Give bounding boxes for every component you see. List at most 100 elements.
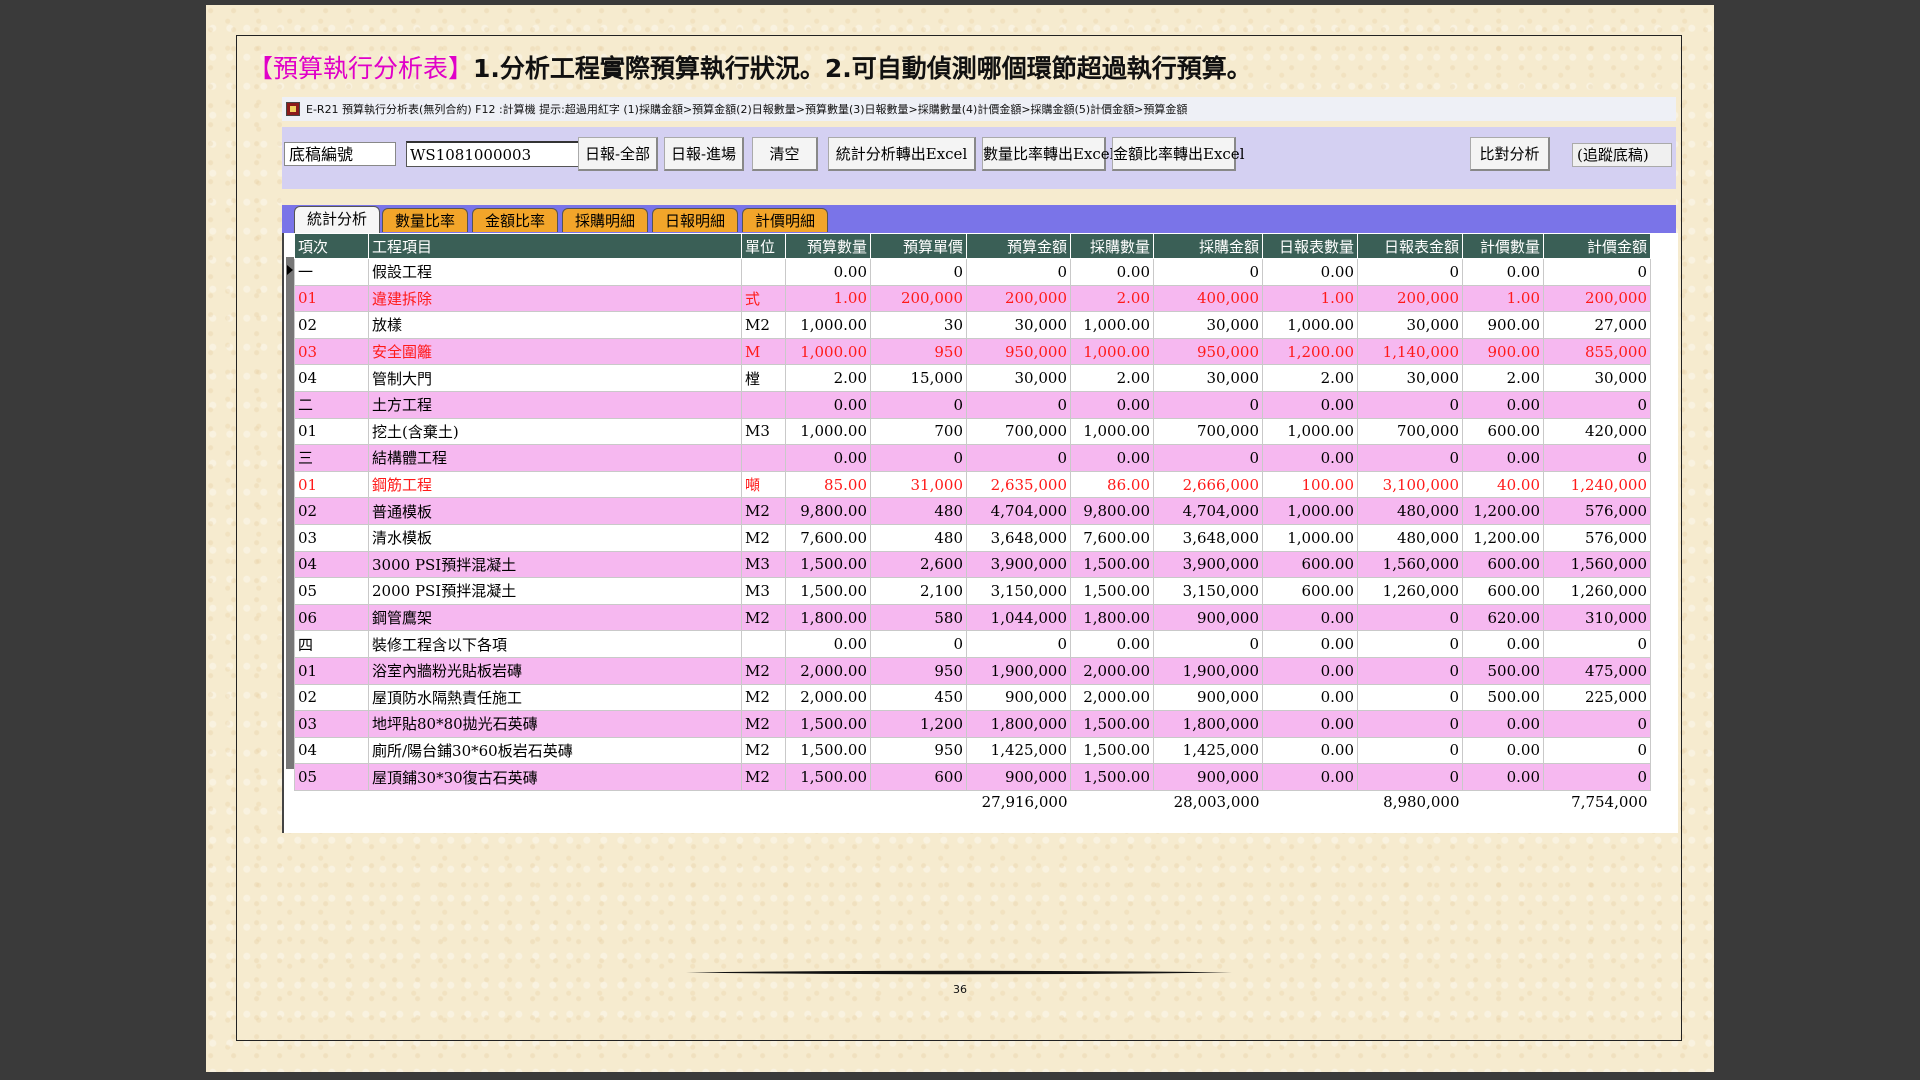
table-cell[interactable]: 0.00 [1262,630,1358,658]
table-cell[interactable]: 30,000 [1357,311,1463,339]
table-cell[interactable]: 1,000.00 [785,311,871,339]
table-cell[interactable]: 0 [870,630,967,658]
table-cell[interactable]: 06 [294,603,369,632]
stats-export-excel-button[interactable]: 統計分析轉出Excel [828,137,976,171]
table-cell[interactable]: 1,000.00 [1262,311,1358,339]
table-cell[interactable]: 0.00 [1262,736,1358,765]
table-cell[interactable]: 2.00 [785,364,871,392]
table-cell[interactable]: 0 [966,258,1071,286]
table-cell[interactable]: 600.00 [1462,577,1544,605]
table-cell[interactable]: 0 [1357,736,1463,765]
table-cell[interactable]: 1,500.00 [785,763,871,791]
table-cell[interactable]: 3,150,000 [966,577,1071,605]
column-header[interactable]: 預算金額 [966,233,1071,259]
table-cell[interactable]: 200,000 [1543,284,1651,313]
table-cell[interactable]: M2 [741,710,786,738]
table-cell[interactable]: 9,800.00 [1070,497,1154,525]
table-cell[interactable]: 480 [870,497,967,525]
tab-valuation-detail[interactable]: 計價明細 [742,208,829,232]
column-header[interactable]: 單位 [741,233,786,259]
table-cell[interactable]: 安全圍籬 [368,337,742,366]
row-selector-column[interactable] [286,257,294,769]
table-cell[interactable]: M2 [741,523,786,552]
table-cell[interactable]: 225,000 [1543,683,1651,712]
table-cell[interactable]: 85.00 [785,470,871,499]
table-cell[interactable]: 450 [870,683,967,712]
table-cell[interactable]: 1,200 [870,710,967,738]
table-cell[interactable]: 600.00 [1462,417,1544,446]
table-cell[interactable]: 0.00 [1262,390,1358,419]
table-cell[interactable]: 0.00 [1262,258,1358,286]
table-cell[interactable]: 900,000 [1153,683,1263,712]
table-cell[interactable]: 03 [294,710,369,738]
table-cell[interactable]: 200,000 [870,284,967,313]
table-cell[interactable]: 屋頂鋪30*30復古石英磚 [368,763,742,791]
tab-daily-detail[interactable]: 日報明細 [652,208,739,232]
table-cell[interactable]: 0 [870,390,967,419]
table-row[interactable]: 04 3000 PSI預拌混凝土 M3 1,500.00 2,600 3,900,000 1… [294,550,1651,579]
table-cell[interactable]: 1,200.00 [1462,523,1544,552]
trace-draft-field[interactable]: (追蹤底稿) [1572,143,1672,167]
table-cell[interactable]: 7,600.00 [785,523,871,552]
table-cell[interactable]: 01 [294,284,369,313]
table-cell[interactable]: M2 [741,656,786,685]
table-cell[interactable]: 27,000 [1543,311,1651,339]
table-cell[interactable]: 30,000 [1543,364,1651,392]
table-cell[interactable]: 855,000 [1543,337,1651,366]
column-header[interactable]: 預算數量 [785,233,871,259]
table-cell[interactable]: 0.00 [1462,736,1544,765]
column-header[interactable]: 日報表數量 [1262,233,1358,259]
table-cell[interactable]: 620.00 [1462,603,1544,632]
table-cell[interactable]: 3,648,000 [1153,523,1263,552]
table-cell[interactable]: 0.00 [785,390,871,419]
table-cell[interactable]: M2 [741,763,786,791]
table-cell[interactable]: 0.00 [1262,683,1358,712]
table-cell[interactable]: M3 [741,417,786,446]
table-cell[interactable]: M3 [741,550,786,579]
table-cell[interactable]: 0 [1357,444,1463,472]
table-cell[interactable]: 1,560,000 [1543,550,1651,579]
tab-statistics[interactable]: 統計分析 [294,206,381,233]
table-cell[interactable]: 700 [870,417,967,446]
table-row[interactable]: 01 浴室內牆粉光貼板岩磚 M2 2,000.00 950 1,900,000 2,000.… [294,656,1651,685]
table-cell[interactable]: 0.00 [1262,603,1358,632]
table-cell[interactable]: 0 [1357,763,1463,791]
table-cell[interactable]: 1,000.00 [1070,417,1154,446]
table-cell[interactable]: 900,000 [966,683,1071,712]
table-cell[interactable]: 1,500.00 [785,710,871,738]
table-cell[interactable]: 0.00 [1462,630,1544,658]
table-cell[interactable]: 950,000 [1153,337,1263,366]
table-cell[interactable]: 03 [294,337,369,366]
table-cell[interactable]: 1,500.00 [1070,577,1154,605]
table-row[interactable]: 02 放樣 M2 1,000.00 30 30,000 1,000.00 30,000 1,00… [294,311,1651,339]
clear-button[interactable]: 清空 [752,137,818,171]
table-row[interactable]: 一假設工程 0.00 0 0 0.00 0 0.00 0 0.00 0 [294,258,1651,286]
table-cell[interactable]: 假設工程 [368,258,742,286]
table-cell[interactable]: 1,425,000 [1153,736,1263,765]
table-cell[interactable]: 浴室內牆粉光貼板岩磚 [368,656,742,685]
table-cell[interactable]: 30,000 [1153,311,1263,339]
table-cell[interactable]: 30,000 [1357,364,1463,392]
table-cell[interactable]: 0 [1357,710,1463,738]
table-cell[interactable]: 480,000 [1357,497,1463,525]
tab-quantity-ratio[interactable]: 數量比率 [382,208,469,232]
table-cell[interactable]: 500.00 [1462,683,1544,712]
table-cell[interactable]: 600.00 [1462,550,1544,579]
table-cell[interactable]: 3000 PSI預拌混凝土 [368,550,742,579]
table-cell[interactable]: 1,900,000 [966,656,1071,685]
table-cell[interactable]: 950,000 [966,337,1071,366]
table-cell[interactable]: 0 [1153,390,1263,419]
amount-ratio-export-excel-button[interactable]: 金額比率轉出Excel [1112,137,1245,171]
table-cell[interactable]: 2.00 [1462,364,1544,392]
column-header[interactable]: 項次 [294,233,369,259]
table-cell[interactable]: 2.00 [1262,364,1358,392]
table-cell[interactable]: 土方工程 [368,390,742,419]
table-cell[interactable]: 30,000 [1153,364,1263,392]
table-cell[interactable]: M2 [741,497,786,525]
table-cell[interactable]: 1,240,000 [1543,470,1651,499]
table-cell[interactable]: 1,000.00 [1262,417,1358,446]
table-cell[interactable]: 1,900,000 [1153,656,1263,685]
table-cell[interactable]: 576,000 [1543,497,1651,525]
table-cell[interactable]: 屋頂防水隔熱責任施工 [368,683,742,712]
table-cell[interactable]: 1,800,000 [1153,710,1263,738]
